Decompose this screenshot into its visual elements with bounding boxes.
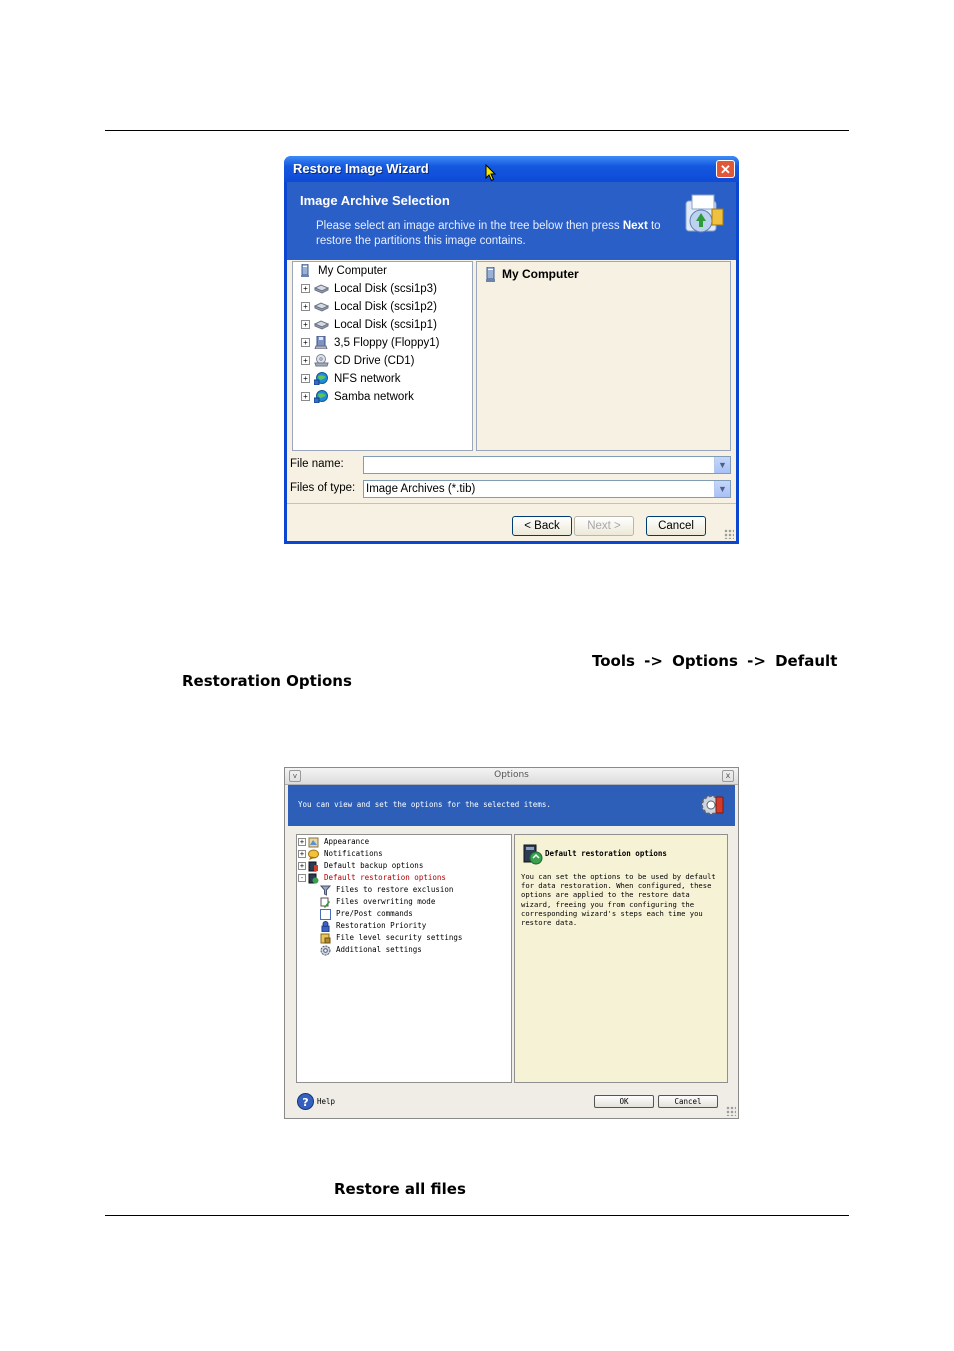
- options-detail-pane: Default restoration options You can set …: [514, 834, 728, 1083]
- options-gear-icon: [701, 795, 724, 815]
- location-tree[interactable]: My Computer + Local Disk (scsi1p3) + Local…: [292, 261, 473, 451]
- cancel-button[interactable]: Cancel: [646, 516, 706, 536]
- priority-icon: [321, 920, 330, 932]
- options-item-appearance[interactable]: + Appearance: [298, 836, 369, 848]
- expand-icon[interactable]: +: [298, 862, 306, 870]
- expand-icon[interactable]: +: [301, 356, 310, 366]
- wizard-title: Restore Image Wizard: [293, 161, 429, 176]
- tree-item-local-disk-scsi1p1[interactable]: + Local Disk (scsi1p1): [301, 317, 437, 333]
- notifications-icon: [308, 849, 319, 860]
- overwrite-icon: [320, 897, 330, 908]
- options-close-button[interactable]: x: [722, 770, 734, 782]
- help-icon[interactable]: ?: [297, 1093, 314, 1110]
- options-detail-title: Default restoration options: [521, 843, 667, 865]
- wizard-step-title: Image Archive Selection: [300, 193, 450, 208]
- wizard-header: Image Archive Selection Please select an…: [287, 182, 736, 260]
- wizard-title-bar[interactable]: Restore Image Wizard ✕: [284, 156, 739, 182]
- options-item-additional-settings[interactable]: Additional settings: [320, 944, 422, 956]
- files-of-type-label: Files of type:: [290, 482, 356, 494]
- expand-icon[interactable]: +: [301, 302, 310, 312]
- help-button[interactable]: Help: [317, 1097, 335, 1106]
- security-icon: [320, 933, 331, 943]
- disk-icon: [314, 302, 329, 313]
- chevron-down-icon[interactable]: ▼: [714, 457, 730, 473]
- restore-icon: [523, 844, 543, 865]
- file-name-label: File name:: [290, 458, 344, 470]
- restore-icon: [308, 873, 319, 883]
- tree-item-nfs-network[interactable]: + NFS network: [301, 371, 400, 387]
- wizard-step-description: Please select an image archive in the tr…: [316, 220, 661, 247]
- files-of-type-combo[interactable]: Image Archives (*.tib) ▼: [363, 480, 731, 498]
- restore-image-icon: [685, 194, 724, 233]
- expand-icon[interactable]: +: [301, 374, 310, 384]
- tree-item-floppy[interactable]: +3,5 Floppy (Floppy1): [301, 335, 439, 351]
- tree-item-samba-network[interactable]: + Samba network: [301, 389, 414, 405]
- tree-item-my-computer[interactable]: My Computer: [298, 263, 387, 279]
- floppy-icon: [314, 336, 328, 350]
- resize-grip-icon[interactable]: [724, 529, 734, 539]
- options-item-file-level-security-settings[interactable]: File level security settings: [320, 932, 462, 944]
- disk-icon: [314, 320, 329, 331]
- expand-icon[interactable]: +: [301, 392, 310, 402]
- resize-grip-icon[interactable]: [726, 1106, 736, 1116]
- tree-item-cd-drive[interactable]: + CD Drive (CD1): [301, 353, 415, 369]
- options-header-text: You can view and set the options for the…: [298, 800, 551, 809]
- commands-icon: [320, 908, 331, 920]
- expand-icon[interactable]: +: [301, 284, 310, 294]
- expand-icon[interactable]: +: [301, 320, 310, 330]
- options-item-restoration-priority[interactable]: Restoration Priority: [320, 920, 426, 932]
- next-button[interactable]: Next >: [574, 516, 634, 536]
- options-item-pre-post-commands[interactable]: Pre/Post commands: [320, 908, 413, 920]
- top-rule: [105, 130, 849, 131]
- filter-icon: [320, 885, 331, 896]
- location-contents[interactable]: My Computer: [476, 261, 731, 451]
- restore-all-files-text: Restore all files: [334, 1180, 466, 1198]
- svg-text:?: ?: [302, 1096, 308, 1109]
- options-title-bar[interactable]: v Options x: [285, 768, 738, 785]
- back-button[interactable]: < Back: [512, 516, 572, 536]
- bottom-rule: [105, 1215, 849, 1216]
- contents-item-my-computer[interactable]: My Computer: [483, 267, 579, 283]
- file-name-combo[interactable]: ▼: [363, 456, 731, 474]
- expand-icon[interactable]: +: [298, 850, 306, 858]
- options-detail-description: You can set the options to be used by de…: [521, 872, 716, 928]
- mouse-cursor-icon: [485, 164, 497, 182]
- options-item-files-overwriting-mode[interactable]: Files overwriting mode: [320, 896, 435, 908]
- menu-path-text-continued: Restoration Options: [182, 672, 352, 690]
- backup-icon: [308, 861, 318, 871]
- ok-button[interactable]: OK: [594, 1095, 654, 1108]
- collapse-icon[interactable]: -: [298, 874, 306, 882]
- options-header: You can view and set the options for the…: [288, 785, 735, 826]
- options-cancel-button[interactable]: Cancel: [658, 1095, 718, 1108]
- settings-gear-icon: [320, 945, 331, 955]
- options-item-notifications[interactable]: + Notifications: [298, 848, 383, 860]
- cd-icon: [314, 354, 329, 367]
- restore-image-wizard-window: Restore Image Wizard ✕ Image Archive Sel…: [284, 156, 739, 544]
- options-item-default-restoration-options[interactable]: - Default restoration options: [298, 872, 446, 884]
- network-icon: [314, 372, 328, 386]
- appearance-icon: [308, 837, 319, 847]
- options-item-default-backup-options[interactable]: + Default backup options: [298, 860, 423, 872]
- menu-path-text: Tools -> Options -> Default: [592, 652, 838, 670]
- options-title: Options: [494, 770, 529, 780]
- chevron-down-icon[interactable]: ▼: [714, 481, 730, 497]
- network-icon: [314, 390, 328, 404]
- options-item-files-to-restore-exclusion[interactable]: Files to restore exclusion: [320, 884, 453, 896]
- options-tree[interactable]: + Appearance + Notifications + Default back…: [296, 834, 512, 1083]
- computer-icon: [301, 264, 309, 278]
- computer-icon: [486, 267, 495, 283]
- wizard-body: My Computer + Local Disk (scsi1p3) + Local…: [287, 260, 736, 541]
- button-separator: [287, 503, 736, 504]
- expand-icon[interactable]: +: [301, 338, 310, 348]
- disk-icon: [314, 284, 329, 295]
- tree-item-local-disk-scsi1p2[interactable]: + Local Disk (scsi1p2): [301, 299, 437, 315]
- tree-item-local-disk-scsi1p3[interactable]: + Local Disk (scsi1p3): [301, 281, 437, 297]
- expand-icon[interactable]: +: [298, 838, 306, 846]
- wizard-close-button[interactable]: ✕: [716, 160, 735, 178]
- options-window: v Options x You can view and set the opt…: [284, 767, 739, 1119]
